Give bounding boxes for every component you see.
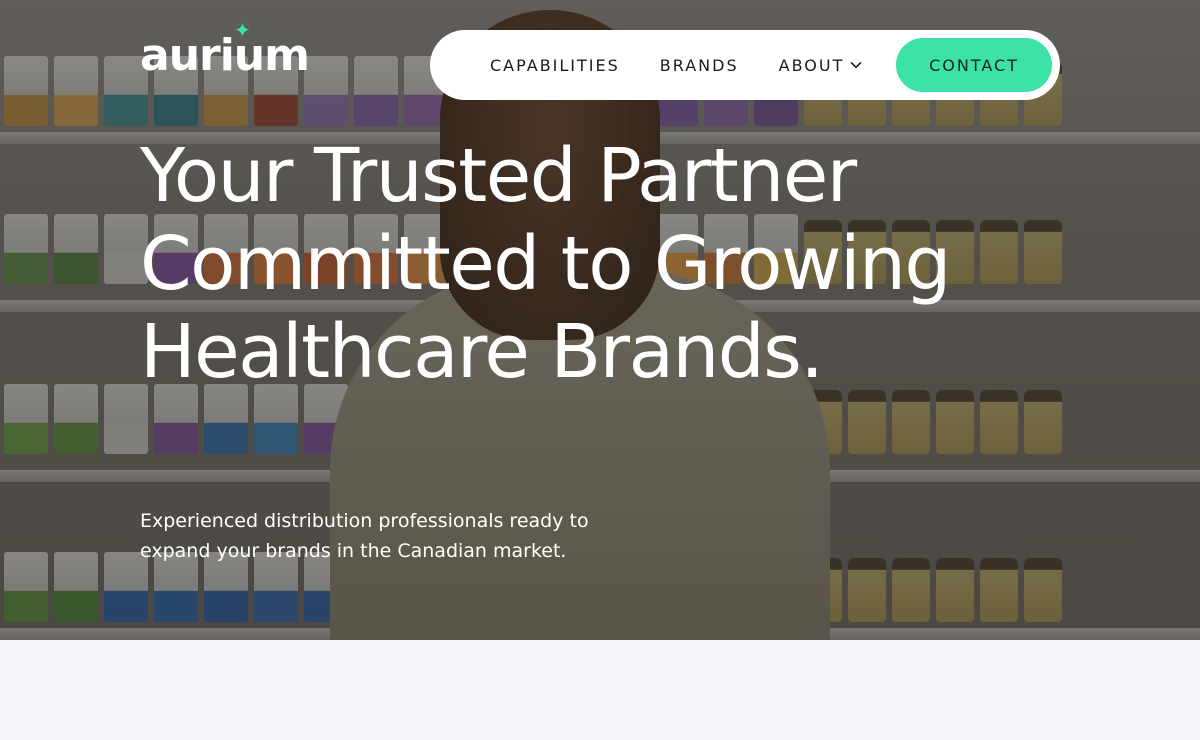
- nav-item-brands[interactable]: BRANDS: [660, 56, 739, 75]
- chevron-down-icon: [851, 62, 862, 69]
- nav-item-label: ABOUT: [778, 55, 845, 75]
- main-navigation: CAPABILITIES BRANDS ABOUT CONTACT: [430, 30, 1060, 100]
- logo-sparkle-icon: ✦: [234, 18, 251, 42]
- aurium-logo[interactable]: aurium: [140, 34, 310, 78]
- hero-headline: Your Trusted Partner Committed to Growin…: [140, 133, 951, 395]
- content-section-below-hero: [0, 640, 1200, 740]
- nav-item-about[interactable]: ABOUT: [779, 56, 863, 75]
- nav-item-label: CAPABILITIES: [490, 55, 620, 75]
- contact-button[interactable]: CONTACT: [896, 38, 1052, 92]
- hero-subtext: Experienced distribution professionals r…: [140, 510, 589, 562]
- nav-item-label: BRANDS: [659, 55, 739, 75]
- hero-section: aurium ✦ CAPABILITIES BRANDS ABOUT CONTA…: [0, 0, 1200, 640]
- logo-text: aurium: [140, 30, 310, 81]
- nav-item-capabilities[interactable]: CAPABILITIES: [490, 56, 620, 75]
